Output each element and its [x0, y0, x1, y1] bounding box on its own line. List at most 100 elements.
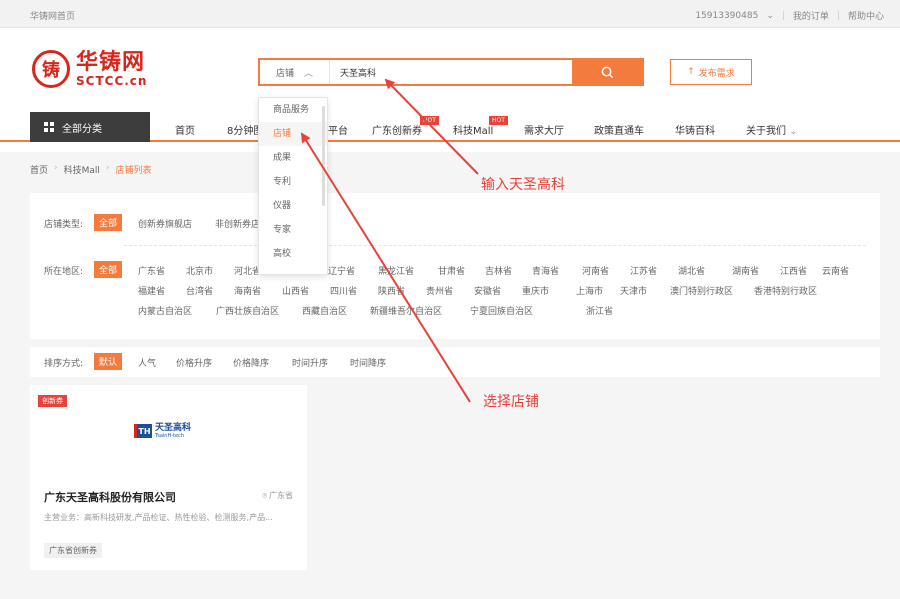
nav-item-home[interactable]: 首页 [175, 122, 195, 137]
breadcrumb-mall[interactable]: 科技Mall [64, 163, 100, 176]
site-logo[interactable]: 铸 华铸网 SCTCC.cn [32, 50, 147, 88]
sort-option-popularity[interactable]: 人气 [138, 356, 156, 369]
logo-text-en: SCTCC.cn [76, 74, 148, 88]
region-option[interactable]: 北京市 [186, 264, 213, 277]
top-bar: 华铸网首页 15913390485 ⌄ | 我的订单 | 帮助中心 [0, 0, 900, 28]
region-option[interactable]: 河北省 [234, 264, 261, 277]
region-option[interactable]: 福建省 [138, 284, 165, 297]
home-link[interactable]: 华铸网首页 [30, 9, 75, 22]
region-option[interactable]: 广东省 [138, 264, 165, 277]
sort-option-time-desc[interactable]: 时间降序 [350, 356, 386, 369]
shop-logo-cn: 天圣高科 [155, 423, 192, 433]
sort-option-price-desc[interactable]: 价格降序 [233, 356, 269, 369]
search-button[interactable] [572, 60, 642, 84]
region-option[interactable]: 山西省 [282, 284, 309, 297]
region-option[interactable]: 内蒙古自治区 [138, 304, 192, 317]
chevron-up-icon: ︿ [304, 68, 314, 79]
dropdown-item-shops[interactable]: 店铺 [259, 122, 327, 146]
nav-item-innovation-voucher[interactable]: 广东创新券 HOT [372, 116, 439, 137]
nav-item-label: 广东创新券 [372, 126, 422, 137]
publish-demand-button[interactable]: ↑ 发布需求 [670, 59, 752, 85]
chevron-right-icon: › [54, 163, 58, 173]
region-option[interactable]: 贵州省 [426, 284, 453, 297]
region-option[interactable]: 青海省 [532, 264, 559, 277]
region-option[interactable]: 辽宁省 [328, 264, 355, 277]
shop-logo-en: TsainH-tech [155, 433, 184, 439]
nav-item-demand-hall[interactable]: 需求大厅 [524, 122, 564, 137]
location-pin-icon: ⌾ [262, 490, 267, 500]
shop-type-option[interactable]: 非创新券店 [215, 217, 260, 230]
region-option[interactable]: 浙江省 [586, 304, 613, 317]
search-type-select[interactable]: 店铺 ︿ [260, 60, 330, 84]
help-center-link[interactable]: 帮助中心 [848, 9, 884, 22]
shop-card[interactable]: 创新券 TH 天圣高科 TsainH-tech 广东天圣高科股份有限公司 ⌾ 广… [30, 385, 307, 570]
region-option[interactable]: 台湾省 [186, 284, 213, 297]
region-option[interactable]: 西藏自治区 [302, 304, 347, 317]
breadcrumb: 首页 › 科技Mall › 店铺列表 [30, 163, 152, 176]
shop-logo: TH 天圣高科 TsainH-tech [134, 423, 191, 439]
breadcrumb-home[interactable]: 首页 [30, 163, 48, 176]
shop-type-option[interactable]: 创新券旗舰店 [138, 217, 192, 230]
region-option[interactable]: 重庆市 [522, 284, 549, 297]
nav-item-policy[interactable]: 政策直通车 [594, 122, 644, 137]
dropdown-item-universities[interactable]: 高校 [259, 242, 327, 266]
region-option[interactable]: 广西壮族自治区 [216, 304, 279, 317]
dropdown-item-experts[interactable]: 专家 [259, 218, 327, 242]
chevron-down-icon[interactable]: ⌄ [766, 11, 774, 21]
region-option[interactable]: 上海市 [576, 284, 603, 297]
region-option[interactable]: 安徽省 [474, 284, 501, 297]
nav-item-label: 关于我们 [746, 126, 786, 137]
region-all[interactable]: 全部 [94, 261, 123, 278]
dropdown-item-instruments[interactable]: 仪器 [259, 194, 327, 218]
region-option[interactable]: 河南省 [582, 264, 609, 277]
region-option[interactable]: 甘肃省 [438, 264, 465, 277]
shop-location-text: 广东省 [269, 491, 293, 500]
region-option[interactable]: 宁夏回族自治区 [470, 304, 533, 317]
dropdown-item-achievements[interactable]: 成果 [259, 146, 327, 170]
region-option[interactable]: 黑龙江省 [378, 264, 414, 277]
chevron-down-icon: ⌄ [789, 126, 798, 137]
nav-item-platform[interactable]: 平台 [328, 122, 348, 137]
nav-item-tech-mall[interactable]: 科技Mall HOT [453, 116, 508, 137]
dropdown-scrollbar[interactable] [322, 106, 325, 206]
divider: | [836, 10, 840, 21]
region-option[interactable]: 香港特别行政区 [754, 284, 817, 297]
region-option[interactable]: 新疆维吾尔自治区 [370, 304, 442, 317]
sort-default[interactable]: 默认 [94, 353, 123, 370]
annotation-select-hint: 选择店铺 [483, 394, 539, 410]
sort-option-time-asc[interactable]: 时间升序 [292, 356, 328, 369]
dropdown-item-products[interactable]: 商品服务 [259, 98, 327, 122]
region-option[interactable]: 澳门特别行政区 [670, 284, 733, 297]
grid-icon [44, 122, 54, 132]
region-label: 所在地区: [44, 267, 84, 277]
search-bar: 店铺 ︿ [258, 58, 644, 86]
search-type-label: 店铺 [275, 68, 294, 79]
all-categories-button[interactable]: 全部分类 [30, 112, 150, 142]
shop-type-all[interactable]: 全部 [94, 214, 123, 231]
phone-account[interactable]: 15913390485 [695, 11, 758, 21]
region-option[interactable]: 湖北省 [678, 264, 705, 277]
region-option[interactable]: 海南省 [234, 284, 261, 297]
search-input[interactable] [330, 60, 572, 84]
region-option[interactable]: 云南省 [822, 264, 849, 277]
main-nav: 全部分类 首页 8分钟图 平台 广东创新券 HOT 科技Mall HOT 需求大… [0, 112, 900, 142]
region-option[interactable]: 江西省 [780, 264, 807, 277]
upload-icon: ↑ [687, 67, 695, 77]
region-option[interactable]: 江苏省 [630, 264, 657, 277]
region-option[interactable]: 四川省 [330, 284, 357, 297]
innovation-voucher-badge: 创新券 [38, 395, 67, 407]
nav-item-about[interactable]: 关于我们 ⌄ [746, 122, 798, 137]
region-option[interactable]: 吉林省 [485, 264, 512, 277]
shop-logo-mark: TH [134, 424, 152, 438]
nav-item-wiki[interactable]: 华铸百科 [675, 122, 715, 137]
region-option[interactable]: 陕西省 [378, 284, 405, 297]
sort-bar: 排序方式: 默认 人气 价格升序 价格降序 时间升序 时间降序 [30, 347, 880, 377]
shop-name[interactable]: 广东天圣高科股份有限公司 [44, 489, 176, 505]
region-option[interactable]: 湖南省 [732, 264, 759, 277]
header: 铸 华铸网 SCTCC.cn 店铺 ︿ ↑ 发布需求 全部分类 首页 8分钟图 … [0, 28, 900, 152]
region-option[interactable]: 天津市 [620, 284, 647, 297]
logo-icon: 铸 [32, 50, 70, 88]
my-orders-link[interactable]: 我的订单 [793, 9, 829, 22]
dropdown-item-patents[interactable]: 专利 [259, 170, 327, 194]
sort-option-price-asc[interactable]: 价格升序 [176, 356, 212, 369]
